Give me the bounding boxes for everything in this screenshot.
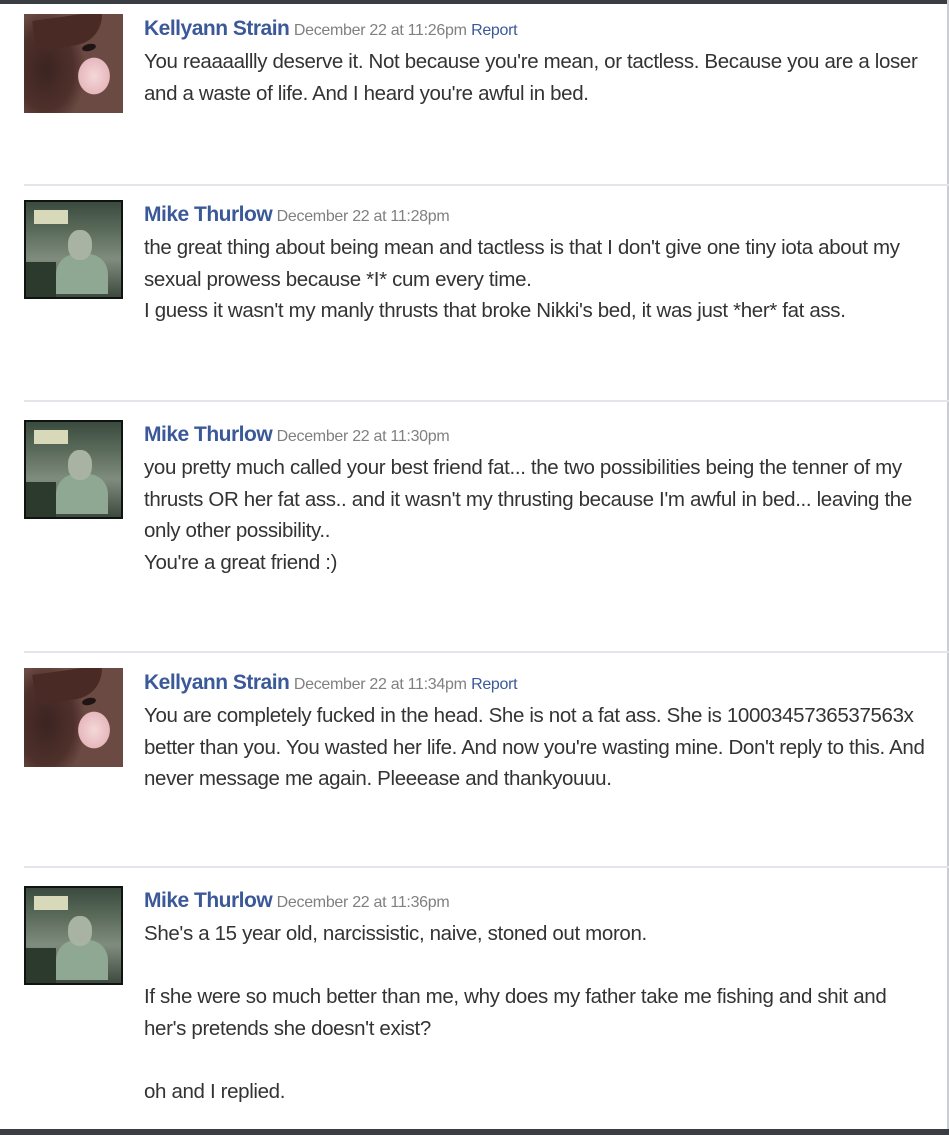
message-paragraph: the great thing about being mean and tac… bbox=[144, 236, 900, 291]
message-item: Kellyann Strain December 22 at 11:34pm R… bbox=[24, 668, 949, 848]
message-paragraph: You reaaaallly deserve it. Not because y… bbox=[144, 50, 918, 105]
avatar-head bbox=[68, 230, 92, 260]
avatar-body bbox=[56, 254, 108, 294]
message-content: Mike Thurlow December 22 at 11:36pm She'… bbox=[144, 886, 929, 1107]
top-border bbox=[0, 0, 949, 4]
message-paragraph: oh and I replied. bbox=[144, 1079, 286, 1103]
avatar[interactable] bbox=[24, 200, 123, 299]
timestamp: December 22 at 11:26pm bbox=[293, 22, 467, 39]
message-divider bbox=[24, 866, 949, 868]
message-divider bbox=[24, 184, 949, 186]
bottom-border bbox=[0, 1129, 949, 1135]
message-text: You reaaaallly deserve it. Not because y… bbox=[144, 46, 929, 109]
message-text: She's a 15 year old, narcissistic, naive… bbox=[144, 918, 929, 1107]
message-divider bbox=[24, 400, 949, 402]
message-item: Mike Thurlow December 22 at 11:28pm the … bbox=[24, 200, 949, 380]
message-header: Kellyann Strain December 22 at 11:34pm R… bbox=[144, 668, 929, 698]
message-content: Kellyann Strain December 22 at 11:26pm R… bbox=[144, 14, 929, 109]
avatar-seat bbox=[26, 262, 56, 297]
avatar[interactable] bbox=[24, 886, 123, 985]
message-content: Kellyann Strain December 22 at 11:34pm R… bbox=[144, 668, 929, 795]
message-text: You are completely fucked in the head. S… bbox=[144, 700, 929, 795]
timestamp: December 22 at 11:30pm bbox=[276, 428, 450, 445]
avatar-light bbox=[34, 430, 68, 444]
author-link[interactable]: Kellyann Strain bbox=[144, 17, 290, 40]
avatar-light bbox=[34, 210, 68, 224]
message-text: the great thing about being mean and tac… bbox=[144, 232, 929, 327]
message-divider bbox=[24, 651, 949, 653]
report-link[interactable]: Report bbox=[471, 676, 518, 693]
message-paragraph: She's a 15 year old, narcissistic, naive… bbox=[144, 922, 647, 945]
message-paragraph: I guess it wasn't my manly thrusts that … bbox=[144, 299, 846, 322]
author-link[interactable]: Mike Thurlow bbox=[144, 203, 273, 226]
message-item: Mike Thurlow December 22 at 11:30pm you … bbox=[24, 420, 949, 630]
avatar-head bbox=[68, 916, 92, 946]
message-paragraph: you pretty much called your best friend … bbox=[144, 456, 912, 542]
message-header: Mike Thurlow December 22 at 11:28pm bbox=[144, 200, 929, 230]
message-paragraph: You are completely fucked in the head. S… bbox=[144, 704, 925, 790]
message-paragraph: You're a great friend :) bbox=[144, 550, 338, 574]
avatar-eye bbox=[81, 42, 97, 53]
timestamp: December 22 at 11:36pm bbox=[276, 894, 450, 911]
avatar-head bbox=[68, 450, 92, 480]
timestamp: December 22 at 11:28pm bbox=[276, 208, 450, 225]
message-item: Kellyann Strain December 22 at 11:26pm R… bbox=[24, 14, 949, 164]
avatar[interactable] bbox=[24, 14, 123, 113]
message-header: Mike Thurlow December 22 at 11:30pm bbox=[144, 420, 929, 450]
message-content: Mike Thurlow December 22 at 11:28pm the … bbox=[144, 200, 929, 327]
timestamp: December 22 at 11:34pm bbox=[293, 676, 467, 693]
author-link[interactable]: Kellyann Strain bbox=[144, 671, 290, 694]
author-link[interactable]: Mike Thurlow bbox=[144, 889, 273, 912]
message-header: Mike Thurlow December 22 at 11:36pm bbox=[144, 886, 929, 916]
avatar-body bbox=[56, 474, 108, 514]
author-link[interactable]: Mike Thurlow bbox=[144, 423, 273, 446]
message-text: you pretty much called your best friend … bbox=[144, 452, 929, 578]
avatar-seat bbox=[26, 948, 56, 983]
avatar[interactable] bbox=[24, 668, 123, 767]
message-content: Mike Thurlow December 22 at 11:30pm you … bbox=[144, 420, 929, 578]
report-link[interactable]: Report bbox=[471, 22, 518, 39]
avatar-body bbox=[56, 940, 108, 980]
avatar[interactable] bbox=[24, 420, 123, 519]
avatar-seat bbox=[26, 482, 56, 517]
avatar-light bbox=[34, 896, 68, 910]
avatar-eye bbox=[81, 696, 97, 707]
message-item: Mike Thurlow December 22 at 11:36pm She'… bbox=[24, 886, 949, 1126]
message-paragraph: If she were so much better than me, why … bbox=[144, 985, 887, 1040]
message-header: Kellyann Strain December 22 at 11:26pm R… bbox=[144, 14, 929, 44]
